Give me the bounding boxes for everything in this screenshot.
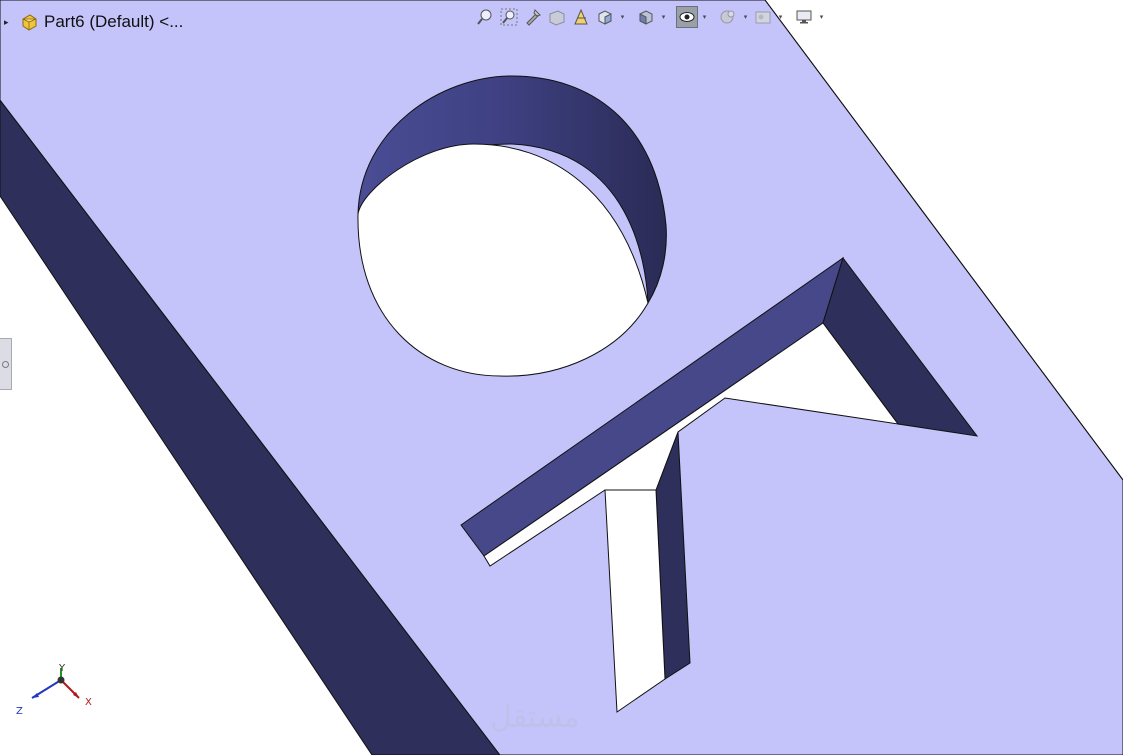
view-orientation-dropdown-icon[interactable]: ▾ xyxy=(618,6,627,28)
view-settings-dropdown-icon[interactable]: ▾ xyxy=(817,6,826,28)
hide-show-items-icon[interactable] xyxy=(676,6,698,28)
expand-arrow-icon[interactable]: ▸ xyxy=(4,17,14,28)
display-style-dropdown-icon[interactable]: ▾ xyxy=(659,6,668,28)
section-view-icon[interactable] xyxy=(546,6,568,28)
display-style-icon[interactable] xyxy=(635,6,657,28)
zoom-to-area-icon[interactable] xyxy=(498,6,520,28)
edit-appearance-dropdown-icon[interactable]: ▾ xyxy=(741,6,750,28)
previous-view-icon[interactable] xyxy=(522,6,544,28)
watermark: مستقل xyxy=(490,700,580,735)
part-name-label[interactable]: Part6 (Default) <... xyxy=(44,12,183,32)
graphics-area[interactable] xyxy=(0,0,1123,755)
panel-collapse-handle[interactable] xyxy=(0,338,12,390)
triad-x-label: X xyxy=(85,697,92,708)
apply-scene-dropdown-icon[interactable]: ▾ xyxy=(776,6,785,28)
reference-triad: Y X Z xyxy=(16,663,92,717)
triad-z-label: Z xyxy=(16,706,23,717)
apply-scene-icon[interactable] xyxy=(752,6,774,28)
edit-appearance-icon[interactable] xyxy=(717,6,739,28)
hide-show-items-dropdown-icon[interactable]: ▾ xyxy=(700,6,709,28)
zoom-to-fit-icon[interactable] xyxy=(474,6,496,28)
view-orientation-icon[interactable] xyxy=(594,6,616,28)
triad-y-label: Y xyxy=(58,663,66,674)
feature-tree-flyout[interactable]: ▸ Part6 (Default) <... xyxy=(4,10,183,34)
part-icon xyxy=(22,14,37,31)
dynamic-annotation-views-icon[interactable] xyxy=(570,6,592,28)
view-settings-icon[interactable] xyxy=(793,6,815,28)
heads-up-view-toolbar: ▾ ▾ ▾ ▾ ▾ ▾ xyxy=(474,4,826,30)
